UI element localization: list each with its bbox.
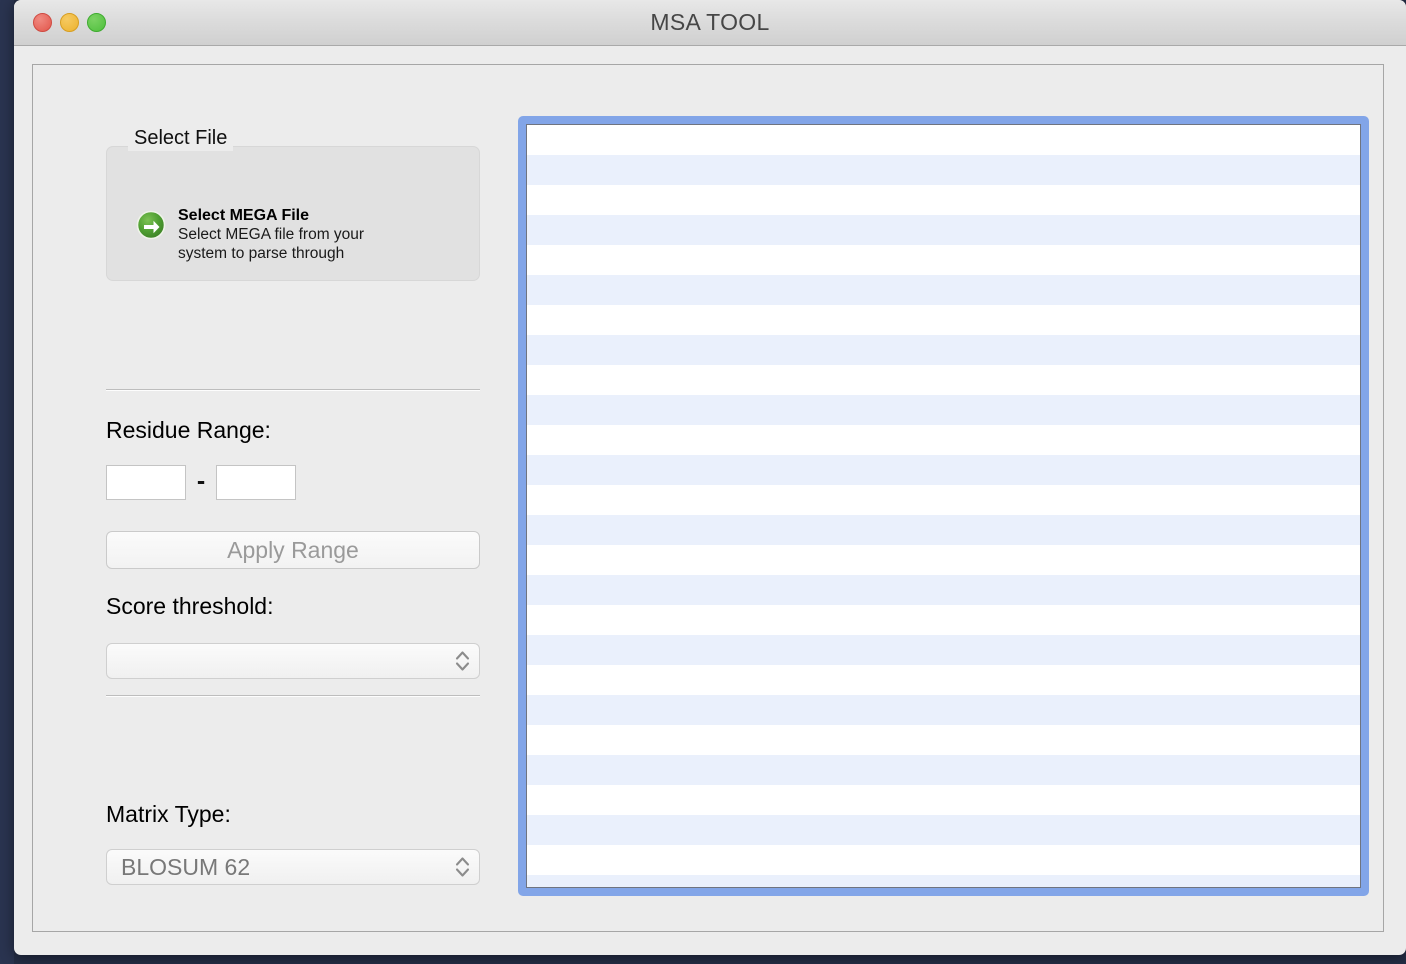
select-file-group-label: Select File <box>128 125 234 151</box>
chevron-up-down-icon[interactable] <box>445 644 479 678</box>
matrix-type-value: BLOSUM 62 <box>121 853 251 880</box>
table-row[interactable] <box>527 305 1360 335</box>
residue-range-inputs: - <box>106 465 296 500</box>
select-mega-file-description: Select MEGA file from your system to par… <box>178 226 365 262</box>
select-file-text-block: Select MEGA File Select MEGA file from y… <box>178 207 400 263</box>
window-title: MSA TOOL <box>650 9 770 35</box>
residue-range-label: Residue Range: <box>106 417 271 443</box>
table-row[interactable] <box>527 245 1360 275</box>
app-window: MSA TOOL Select File Select MEGA File Se… <box>14 0 1406 955</box>
table-row[interactable] <box>527 545 1360 575</box>
chevron-up-down-icon[interactable] <box>445 850 479 884</box>
table-row[interactable] <box>527 875 1360 887</box>
table-row[interactable] <box>527 575 1360 605</box>
table-row[interactable] <box>527 275 1360 305</box>
table-row[interactable] <box>527 485 1360 515</box>
table-row[interactable] <box>527 365 1360 395</box>
content-frame: Select File Select MEGA File Select MEGA… <box>32 64 1384 932</box>
residue-range-start-input[interactable] <box>106 465 186 500</box>
separator-lower <box>106 695 480 697</box>
apply-range-button[interactable]: Apply Range <box>106 531 480 569</box>
desktop-background: MSA TOOL Select File Select MEGA File Se… <box>0 0 1406 964</box>
table-row[interactable] <box>527 425 1360 455</box>
score-threshold-label: Score threshold: <box>106 593 274 619</box>
table-row[interactable] <box>527 335 1360 365</box>
alignment-table-rows <box>527 125 1360 887</box>
table-row[interactable] <box>527 785 1360 815</box>
table-row[interactable] <box>527 665 1360 695</box>
select-mega-file-action[interactable]: Select MEGA File Select MEGA file from y… <box>136 207 400 263</box>
table-row[interactable] <box>527 125 1360 155</box>
matrix-type-dropdown[interactable]: BLOSUM 62 <box>106 849 480 885</box>
table-row[interactable] <box>527 755 1360 785</box>
table-row[interactable] <box>527 845 1360 875</box>
table-row[interactable] <box>527 605 1360 635</box>
desktop-left-strip <box>0 0 14 964</box>
residue-range-end-input[interactable] <box>216 465 296 500</box>
separator-upper <box>106 389 480 391</box>
residue-range-separator: - <box>196 466 206 495</box>
score-threshold-stepper[interactable] <box>106 643 480 679</box>
table-row[interactable] <box>527 455 1360 485</box>
alignment-table-focus-ring <box>518 116 1369 896</box>
select-mega-file-title: Select MEGA File <box>178 207 309 224</box>
table-row[interactable] <box>527 515 1360 545</box>
select-file-groupbox: Select MEGA File Select MEGA file from y… <box>106 146 480 281</box>
table-row[interactable] <box>527 395 1360 425</box>
controls-panel: Select File Select MEGA File Select MEGA… <box>106 125 486 935</box>
table-row[interactable] <box>527 725 1360 755</box>
table-row[interactable] <box>527 155 1360 185</box>
alignment-table[interactable] <box>526 124 1361 888</box>
matrix-type-label: Matrix Type: <box>106 801 231 827</box>
table-row[interactable] <box>527 635 1360 665</box>
table-row[interactable] <box>527 815 1360 845</box>
table-row[interactable] <box>527 695 1360 725</box>
table-row[interactable] <box>527 185 1360 215</box>
window-titlebar[interactable]: MSA TOOL <box>14 0 1406 46</box>
table-row[interactable] <box>527 215 1360 245</box>
green-arrow-right-icon <box>136 210 166 240</box>
